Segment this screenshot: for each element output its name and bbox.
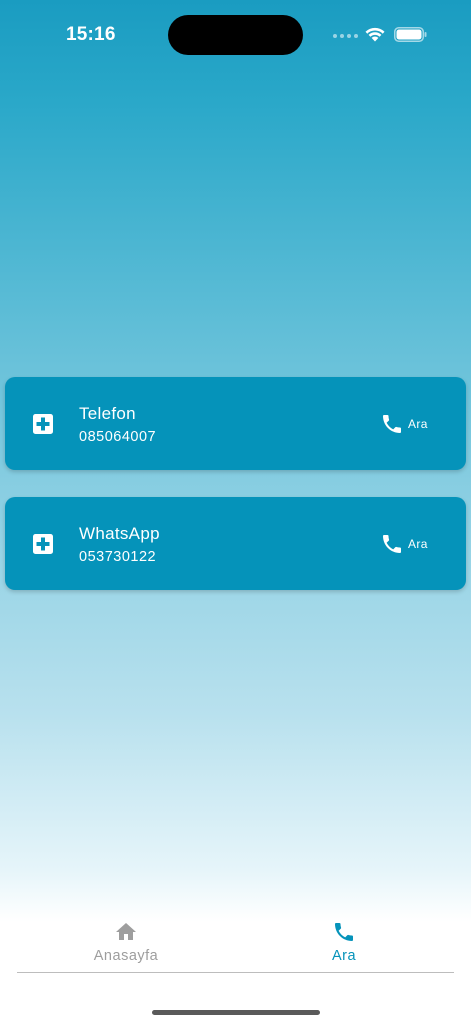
nav-item-label: Ara (331, 948, 357, 964)
contact-number: 085064007 (79, 429, 157, 445)
contact-title: Telefon (79, 404, 136, 423)
medical-plus-icon (33, 414, 53, 434)
dynamic-island (168, 15, 303, 55)
nav-item-label: Anasayfa (93, 948, 159, 964)
contact-number: 053730122 (79, 549, 157, 565)
medical-plus-icon (33, 534, 53, 554)
home-indicator[interactable] (152, 1010, 320, 1015)
phone-icon (335, 923, 353, 941)
status-bar: 15:16 (0, 0, 471, 70)
call-button[interactable]: Ara (380, 531, 428, 557)
call-button[interactable]: Ara (380, 411, 428, 437)
battery-icon (394, 27, 427, 42)
nav-item-home[interactable]: Anasayfa (66, 920, 186, 964)
status-time: 15:16 (66, 24, 116, 45)
contact-title: WhatsApp (79, 524, 160, 543)
home-icon (116, 923, 136, 940)
nav-item-call[interactable]: Ara (284, 920, 404, 964)
cellular-signal-icon (333, 34, 358, 38)
call-button-label: Ara (408, 417, 428, 431)
call-button-label: Ara (408, 537, 428, 551)
contact-card-telefon: Telefon 085064007 Ara (5, 377, 466, 470)
wifi-icon (365, 27, 385, 42)
contact-card-whatsapp: WhatsApp 053730122 Ara (5, 497, 466, 590)
phone-icon (383, 535, 401, 553)
nav-divider (17, 972, 454, 973)
bottom-nav: Anasayfa Ara (0, 912, 471, 974)
phone-icon (383, 415, 401, 433)
